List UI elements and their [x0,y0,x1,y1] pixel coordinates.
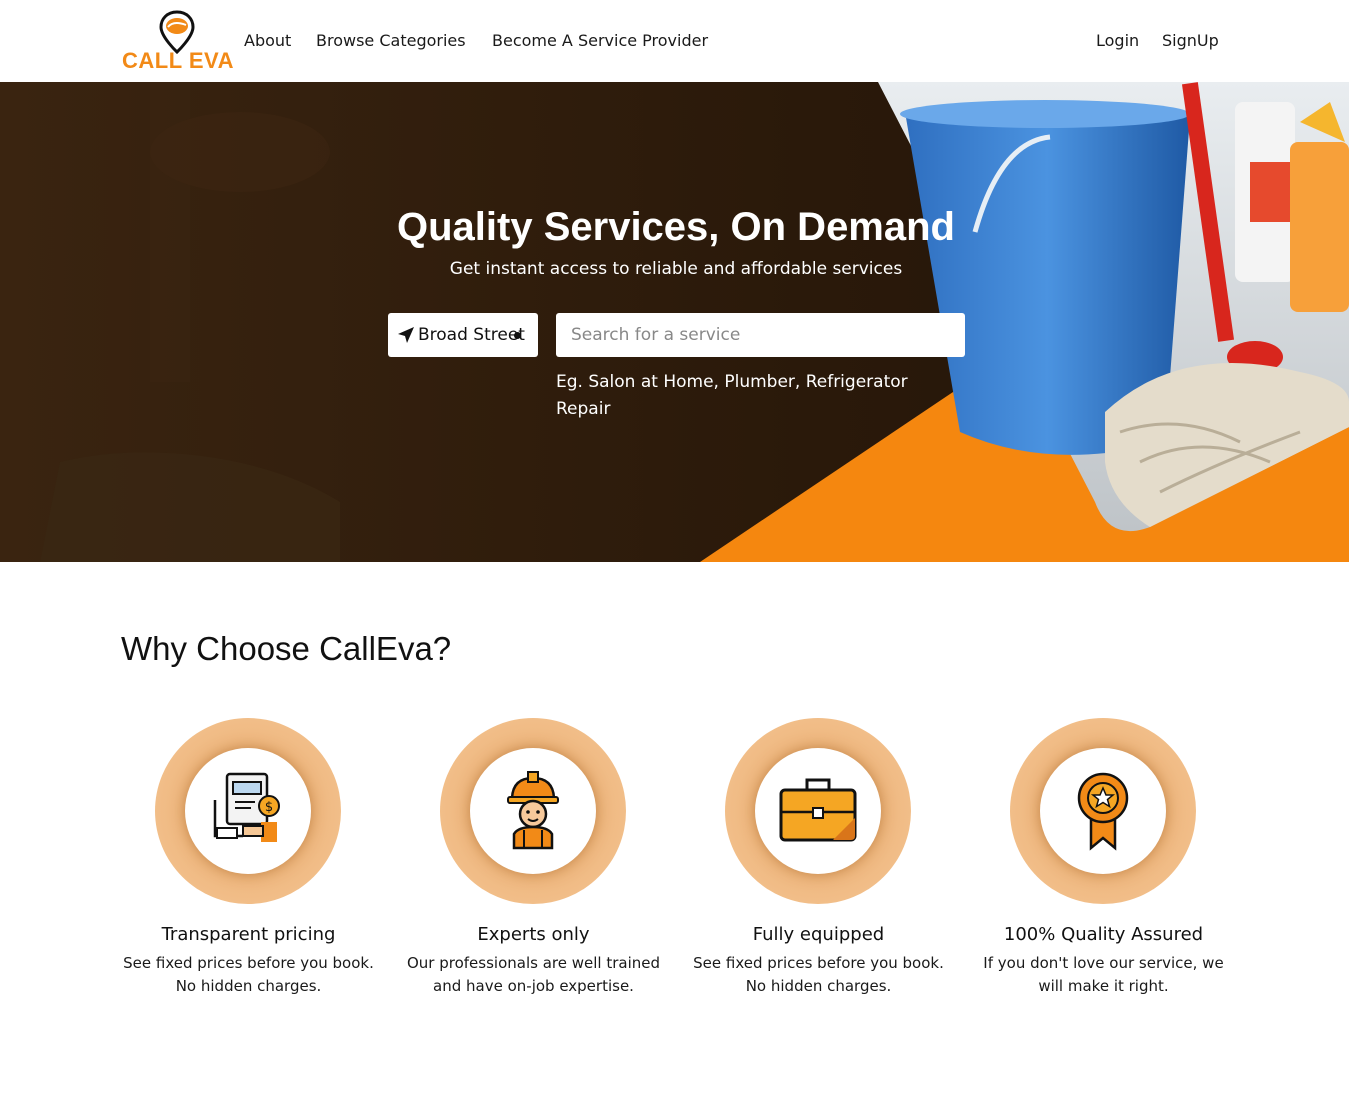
feature-description: See fixed prices before you book. No hid… [123,954,374,995]
worker-icon [507,771,559,850]
navigation-arrow-icon [398,327,414,343]
pricing-icon: $ [213,772,280,842]
logo[interactable]: CALL EVA [122,10,234,73]
site-header: CALL EVA About Browse Categories Become … [0,0,1349,82]
feature-title: Transparent pricing [161,924,336,945]
nav-about-link[interactable]: About [244,31,291,50]
search-example-text: Eg. Salon at Home, Plumber, Refrigerator… [556,372,908,419]
feature-icon-ring [1010,718,1196,904]
hero-subtitle: Get instant access to reliable and affor… [449,259,903,279]
feature-icon-ring [440,718,626,904]
feature-description: If you don't love our service, we will m… [983,954,1224,995]
location-dropdown-dot [514,332,521,339]
login-link[interactable]: Login [1096,31,1139,50]
feature-icon-ring: $ [155,718,341,904]
nav-become-provider-link[interactable]: Become A Service Provider [492,31,708,50]
logo-text: CALL EVA [122,48,234,73]
award-ribbon-icon [1077,772,1129,851]
hero-banner: Quality Services, On Demand Get instant … [0,82,1349,562]
location-selector[interactable]: Broad Street [388,313,538,357]
briefcase-icon [779,778,857,842]
feature-title: 100% Quality Assured [1003,924,1204,945]
signup-link[interactable]: SignUp [1162,31,1219,50]
feature-description: Our professionals are well trained and h… [406,954,660,995]
feature-icon-ring [725,718,911,904]
nav-browse-categories-link[interactable]: Browse Categories [316,31,466,50]
why-choose-heading: Why Choose CallEva? [121,630,452,667]
service-search-input[interactable] [556,313,965,357]
feature-title: Fully equipped [752,924,885,945]
feature-title: Experts only [477,924,590,945]
feature-description: See fixed prices before you book. No hid… [693,954,944,995]
hero-title: Quality Services, On Demand [397,205,955,249]
svg-text:$: $ [265,800,273,815]
location-label: Broad Street [418,325,525,345]
